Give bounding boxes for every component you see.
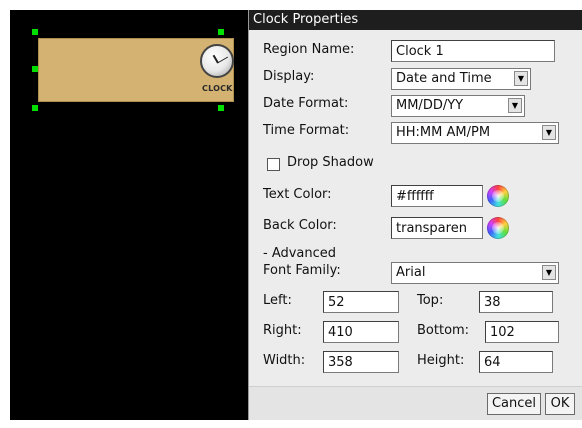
clock-icon: CLOCK [198, 44, 238, 98]
display-select-value: Date and Time [396, 71, 492, 86]
resize-handle-middle-left[interactable] [32, 66, 38, 72]
drop-shadow-checkbox[interactable] [267, 158, 280, 171]
clock-face [200, 44, 234, 78]
chevron-down-icon[interactable]: ▼ [508, 98, 522, 113]
time-format-select[interactable]: HH:MM AM/PM ▼ [391, 122, 559, 144]
color-picker-icon[interactable] [487, 185, 509, 207]
date-format-select-value: MM/DD/YY [396, 98, 464, 113]
font-family-label: Font Family: [263, 263, 341, 278]
clock-icon-label: CLOCK [202, 84, 233, 93]
advanced-toggle[interactable]: - Advanced [263, 246, 336, 261]
bottom-label: Bottom: [417, 323, 470, 338]
font-family-select[interactable]: Arial ▼ [391, 262, 559, 284]
dialog-footer: Cancel OK [249, 386, 582, 420]
left-label: Left: [263, 293, 292, 308]
font-family-select-value: Arial [396, 265, 426, 280]
region-name-input[interactable] [391, 40, 555, 62]
left-input[interactable] [323, 291, 399, 313]
width-label: Width: [263, 353, 306, 368]
back-color-label: Back Color: [263, 218, 337, 233]
top-label: Top: [417, 293, 444, 308]
cancel-button[interactable]: Cancel [487, 393, 541, 415]
height-label: Height: [417, 353, 465, 368]
color-picker-icon[interactable] [487, 217, 509, 239]
right-label: Right: [263, 323, 302, 338]
drop-shadow-label: Drop Shadow [287, 155, 374, 170]
resize-handle-bottom-left[interactable] [32, 105, 38, 111]
resize-handle-top-right[interactable] [218, 29, 224, 35]
text-color-input[interactable] [391, 185, 483, 207]
text-color-label: Text Color: [263, 187, 332, 202]
region-name-label: Region Name: [263, 42, 355, 57]
display-label: Display: [263, 69, 315, 84]
ok-button[interactable]: OK [545, 393, 575, 415]
chevron-down-icon[interactable]: ▼ [542, 265, 556, 280]
resize-handle-top-left[interactable] [32, 29, 38, 35]
time-format-select-value: HH:MM AM/PM [396, 125, 491, 140]
date-format-select[interactable]: MM/DD/YY ▼ [391, 95, 525, 117]
height-input[interactable] [479, 351, 553, 373]
resize-handle-bottom-right[interactable] [218, 105, 224, 111]
width-input[interactable] [323, 351, 399, 373]
chevron-down-icon[interactable]: ▼ [514, 71, 528, 86]
chevron-down-icon[interactable]: ▼ [542, 125, 556, 140]
right-input[interactable] [323, 321, 399, 343]
date-format-label: Date Format: [263, 96, 349, 111]
top-input[interactable] [479, 291, 553, 313]
display-select[interactable]: Date and Time ▼ [391, 68, 531, 90]
time-format-label: Time Format: [263, 123, 350, 138]
back-color-input[interactable] [391, 217, 483, 239]
bottom-input[interactable] [485, 321, 559, 343]
clock-properties-dialog: Clock Properties Region Name: Display: D… [248, 10, 582, 420]
dialog-title: Clock Properties [249, 10, 582, 30]
